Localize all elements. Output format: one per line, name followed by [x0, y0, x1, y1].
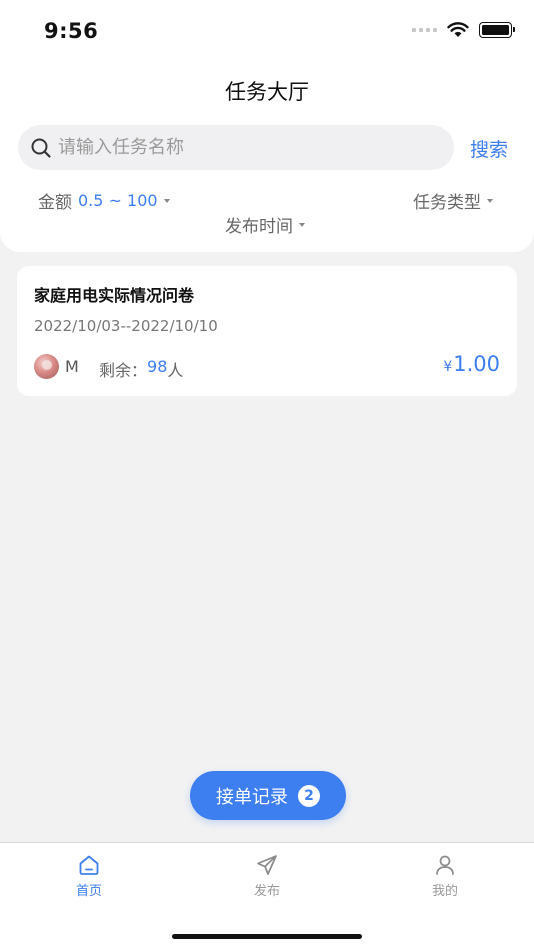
tab-publish-label: 发布 — [253, 884, 280, 899]
tab-home-label: 首页 — [75, 884, 102, 899]
tab-home[interactable]: 首页 — [49, 853, 129, 899]
amount-filter-value: 0.5 ~ 100 — [78, 191, 158, 210]
search-box[interactable] — [18, 125, 454, 170]
amount-filter-label: 金额 — [38, 193, 72, 213]
caret-down-icon — [487, 198, 493, 203]
publish-time-filter-label: 发布时间 — [225, 217, 293, 237]
tab-mine[interactable]: 我的 — [405, 853, 485, 899]
page-title: 任务大厅 — [225, 80, 309, 104]
caret-down-icon — [299, 222, 305, 227]
search-icon — [31, 138, 51, 158]
search-button[interactable]: 搜索 — [470, 135, 508, 162]
home-icon — [79, 855, 99, 875]
price-amount: 1.00 — [453, 352, 500, 376]
status-time: 9:56 — [44, 19, 99, 43]
publish-time-filter[interactable]: 发布时间 — [225, 212, 305, 237]
publisher-name: M — [65, 357, 79, 376]
task-dates: 2022/10/03--2022/10/10 — [34, 317, 218, 335]
send-icon — [257, 855, 277, 875]
remaining-count: 剩余： 98 人 — [99, 357, 183, 381]
caret-down-icon — [163, 198, 170, 203]
currency-symbol: ¥ — [443, 359, 453, 375]
remaining-unit: 人 — [167, 361, 184, 380]
battery-icon — [479, 22, 515, 38]
top-panel: 9:56 任务大厅 搜索 金额 0.5 ~ 100 任务类型 发布 — [0, 0, 534, 252]
task-type-filter-label: 任务类型 — [413, 193, 481, 213]
status-bar: 9:56 — [0, 0, 534, 62]
amount-filter[interactable]: 金额 0.5 ~ 100 — [38, 188, 170, 213]
status-icons — [412, 22, 515, 38]
order-records-label: 接单记录 — [216, 786, 288, 808]
tab-mine-label: 我的 — [431, 884, 458, 899]
remaining-label: 剩余： — [99, 361, 148, 380]
remaining-number: 98 — [147, 357, 168, 376]
avatar — [34, 354, 59, 379]
order-records-button[interactable]: 接单记录 2 — [190, 771, 346, 820]
cellular-signal-icon — [412, 28, 437, 32]
search-input[interactable] — [58, 137, 418, 158]
order-count-badge: 2 — [298, 784, 320, 807]
task-price: ¥ 1.00 — [443, 352, 500, 376]
task-title: 家庭用电实际情况问卷 — [34, 286, 195, 305]
task-type-filter[interactable]: 任务类型 — [413, 188, 493, 213]
user-icon — [436, 855, 454, 875]
home-indicator — [172, 934, 362, 939]
tab-publish[interactable]: 发布 — [227, 853, 307, 899]
task-card[interactable]: 家庭用电实际情况问卷 2022/10/03--2022/10/10 M 剩余： … — [17, 266, 517, 396]
wifi-icon — [447, 22, 469, 37]
